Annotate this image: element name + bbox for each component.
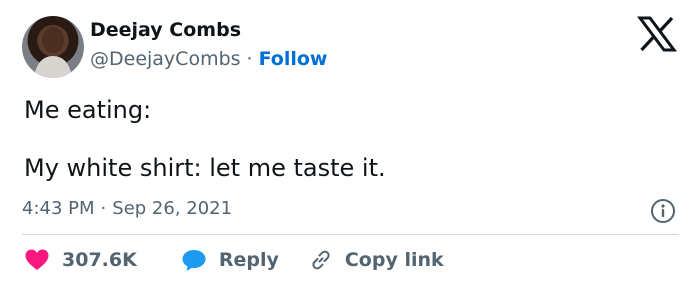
separator-dot: · [246, 48, 253, 70]
avatar-photo [34, 27, 72, 78]
meta-separator: · [100, 198, 107, 219]
reply-button[interactable]: Reply [181, 248, 279, 272]
follow-button[interactable]: Follow [259, 48, 328, 70]
heart-icon [24, 248, 50, 272]
like-count: 307.6K [62, 249, 137, 271]
avatar[interactable] [22, 16, 84, 78]
handle[interactable]: @DeejayCombs [90, 48, 241, 70]
tweet-timestamp[interactable]: 4:43 PM · Sep 26, 2021 [22, 198, 232, 219]
tweet-time: 4:43 PM [22, 198, 95, 219]
copy-link-label: Copy link [344, 249, 444, 271]
tweet-text: Me eating: My white shirt: let me taste … [24, 96, 386, 182]
tweet-date: Sep 26, 2021 [112, 198, 233, 219]
x-logo-icon[interactable] [637, 16, 677, 52]
reply-bubble-icon [181, 248, 207, 272]
info-icon[interactable] [650, 198, 676, 224]
divider [22, 234, 679, 235]
copy-link-button[interactable]: Copy link [309, 248, 444, 272]
link-icon [309, 248, 333, 272]
action-bar: 307.6K Reply Copy link [24, 244, 444, 276]
like-button[interactable]: 307.6K [24, 248, 137, 272]
display-name[interactable]: Deejay Combs [90, 19, 241, 41]
reply-label: Reply [218, 249, 279, 271]
handle-row: @DeejayCombs · Follow [90, 48, 328, 70]
